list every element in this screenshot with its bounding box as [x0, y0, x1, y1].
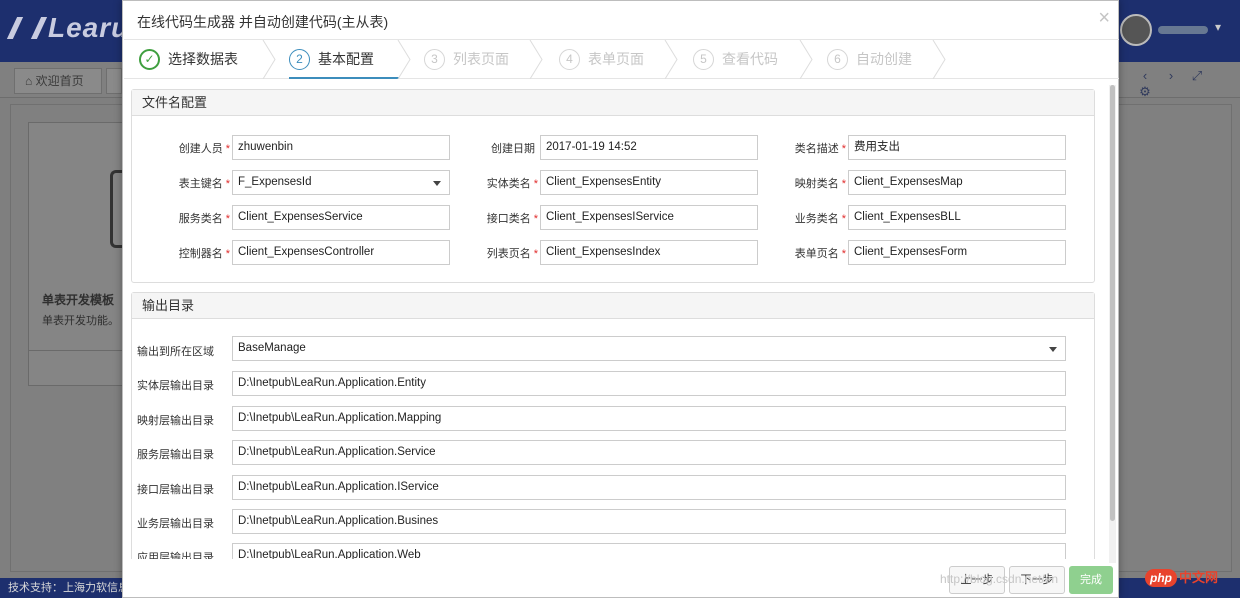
- service-class-label: 服务类名 *: [178, 213, 230, 225]
- web-dir-label: 应用层输出目录: [137, 552, 214, 559]
- dialog-body: 文件名配置 创建人员 * zhuwenbin 创建日期 2017-01-19 14…: [131, 89, 1098, 559]
- controller-input[interactable]: Client_ExpensesController: [232, 240, 450, 265]
- wizard-step-form-page[interactable]: 4 表单页面: [559, 40, 644, 79]
- business-class-label: 业务类名 *: [794, 213, 846, 225]
- form-page-label: 表单页名 *: [794, 248, 846, 260]
- chevron-right-icon: [932, 40, 946, 79]
- list-page-input[interactable]: Client_ExpensesIndex: [540, 240, 758, 265]
- dropdown-caret-icon: [1049, 347, 1057, 352]
- tab-home-label: 欢迎首页: [35, 74, 84, 88]
- controller-label: 控制器名 *: [178, 248, 230, 260]
- output-area-select[interactable]: BaseManage: [232, 336, 1066, 361]
- check-icon: ✓: [139, 49, 160, 70]
- php-badge: php 中文网: [1145, 567, 1235, 589]
- chevron-right-icon: [664, 40, 678, 79]
- scrollbar-thumb[interactable]: [1110, 85, 1115, 521]
- watermark: http://blog.csdn.net/en: [940, 572, 1059, 586]
- chevron-right-icon[interactable]: ›: [1158, 68, 1184, 83]
- chevron-down-icon[interactable]: ▾: [1215, 20, 1221, 34]
- chevron-left-icon[interactable]: ‹: [1132, 68, 1158, 83]
- chevron-right-icon: [262, 40, 276, 79]
- primary-key-label: 表主键名 *: [178, 178, 230, 190]
- home-icon: ⌂: [25, 74, 36, 88]
- app-logo: Learu: [6, 12, 129, 44]
- tab-home[interactable]: ⌂ 欢迎首页: [14, 68, 102, 94]
- creator-input[interactable]: zhuwenbin: [232, 135, 450, 160]
- dialog-scrollbar[interactable]: [1109, 85, 1116, 563]
- mapping-dir-input[interactable]: D:\Inetpub\LeaRun.Application.Mapping: [232, 406, 1066, 431]
- user-name-placeholder[interactable]: [1158, 26, 1208, 34]
- wizard-step-label: 自动创建: [856, 51, 912, 67]
- creator-label: 创建人员 *: [178, 143, 230, 155]
- map-class-label: 映射类名 *: [794, 178, 846, 190]
- form-page-input[interactable]: Client_ExpensesForm: [848, 240, 1066, 265]
- wizard-steps: ✓ 选择数据表 2 基本配置 3 列表页面 4 表单页面 5 查看代码 6 自动创建: [124, 39, 1119, 79]
- template-card-title: 单表开发模板: [42, 293, 115, 307]
- interface-class-input[interactable]: Client_ExpensesIService: [540, 205, 758, 230]
- entity-class-label: 实体类名 *: [486, 178, 538, 190]
- entity-class-input[interactable]: Client_ExpensesEntity: [540, 170, 758, 195]
- wizard-step-label: 基本配置: [318, 51, 374, 67]
- avatar[interactable]: [1120, 14, 1152, 46]
- output-dir-heading: 输出目录: [132, 293, 1094, 319]
- chevron-right-icon: [799, 40, 813, 79]
- map-class-input[interactable]: Client_ExpensesMap: [848, 170, 1066, 195]
- wizard-step-view-code[interactable]: 5 查看代码: [693, 40, 778, 79]
- web-dir-input[interactable]: D:\Inetpub\LeaRun.Application.Web: [232, 543, 1066, 559]
- create-date-label: 创建日期: [491, 143, 535, 155]
- interface-class-label: 接口类名 *: [486, 213, 538, 225]
- finish-button[interactable]: 完成: [1069, 566, 1113, 594]
- template-card[interactable]: [28, 122, 132, 386]
- step-number: 3: [424, 49, 445, 70]
- mapping-dir-label: 映射层输出目录: [137, 415, 214, 427]
- entity-dir-label: 实体层输出目录: [137, 380, 214, 392]
- wizard-step-label: 查看代码: [722, 51, 778, 67]
- php-badge-text: 中文网: [1179, 570, 1219, 585]
- business-dir-label: 业务层输出目录: [137, 518, 214, 530]
- gear-icon[interactable]: ⚙: [1132, 84, 1158, 100]
- chevron-right-icon: [397, 40, 411, 79]
- class-desc-label: 类名描述 *: [794, 143, 846, 155]
- step-number: 2: [289, 49, 310, 70]
- step-number: 6: [827, 49, 848, 70]
- class-desc-input[interactable]: 费用支出: [848, 135, 1066, 160]
- step-number: 5: [693, 49, 714, 70]
- service-dir-label: 服务层输出目录: [137, 449, 214, 461]
- code-generator-dialog: 在线代码生成器 并自动创建代码(主从表) × ✓ 选择数据表 2 基本配置 3 列表页…: [122, 0, 1119, 598]
- tab-tools: ‹ › ⤢ ⚙: [1132, 68, 1232, 99]
- entity-dir-input[interactable]: D:\Inetpub\LeaRun.Application.Entity: [232, 371, 1066, 396]
- divider: [29, 350, 131, 351]
- dropdown-caret-icon: [433, 181, 441, 186]
- wizard-step-list-page[interactable]: 3 列表页面: [424, 40, 509, 79]
- business-class-input[interactable]: Client_ExpensesBLL: [848, 205, 1066, 230]
- file-name-config-heading: 文件名配置: [132, 90, 1094, 116]
- tab-second[interactable]: [106, 68, 122, 94]
- wizard-step-label: 表单页面: [588, 51, 644, 67]
- primary-key-select[interactable]: F_ExpensesId: [232, 170, 450, 195]
- wizard-step-label: 列表页面: [453, 51, 509, 67]
- template-card-desc: 单表开发功能。: [42, 315, 119, 327]
- list-page-label: 列表页名 *: [486, 248, 538, 260]
- close-icon[interactable]: ×: [1098, 7, 1110, 30]
- template-card-image: [110, 170, 122, 248]
- service-class-input[interactable]: Client_ExpensesService: [232, 205, 450, 230]
- business-dir-input[interactable]: D:\Inetpub\LeaRun.Application.Busines: [232, 509, 1066, 534]
- wizard-step-label: 选择数据表: [168, 51, 238, 67]
- file-name-config-panel: 文件名配置 创建人员 * zhuwenbin 创建日期 2017-01-19 14…: [131, 89, 1095, 283]
- wizard-step-select-table[interactable]: ✓ 选择数据表: [139, 40, 279, 79]
- dialog-title: 在线代码生成器 并自动创建代码(主从表): [137, 14, 389, 30]
- chevron-right-icon: [529, 40, 543, 79]
- wizard-step-auto-create[interactable]: 6 自动创建: [827, 40, 912, 79]
- php-badge-logo: php: [1145, 569, 1177, 587]
- service-dir-input[interactable]: D:\Inetpub\LeaRun.Application.Service: [232, 440, 1066, 465]
- output-dir-panel: 输出目录 输出到所在区域 BaseManage 实体层输出目录 D:\Inetp…: [131, 292, 1095, 559]
- step-number: 4: [559, 49, 580, 70]
- interface-dir-input[interactable]: D:\Inetpub\LeaRun.Application.IService: [232, 475, 1066, 500]
- create-date-input[interactable]: 2017-01-19 14:52: [540, 135, 758, 160]
- output-area-label: 输出到所在区域: [137, 346, 214, 358]
- fullscreen-icon[interactable]: ⤢: [1184, 68, 1210, 84]
- wizard-step-basic-config[interactable]: 2 基本配置: [289, 40, 399, 79]
- interface-dir-label: 接口层输出目录: [137, 484, 214, 496]
